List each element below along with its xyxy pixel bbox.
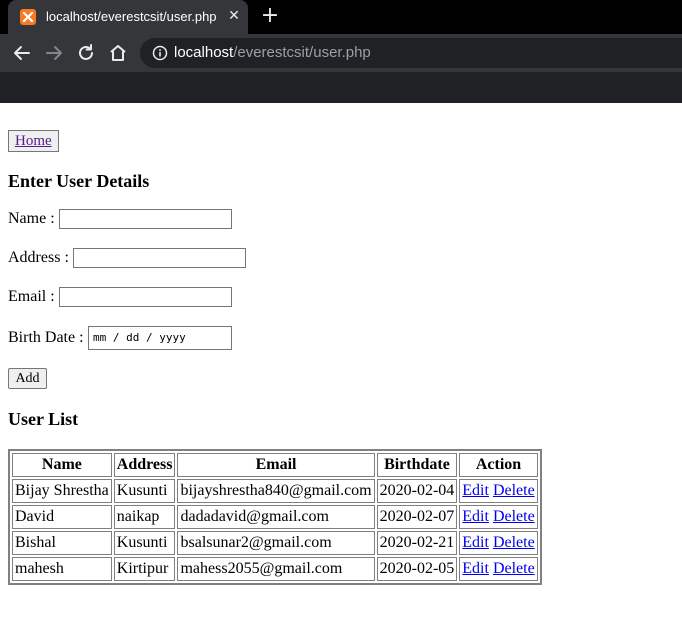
cell-action: Edit Delete xyxy=(459,531,538,555)
cell-address: naikap xyxy=(113,505,176,529)
cell-birthdate: 2020-02-07 xyxy=(376,505,458,529)
header-name: Name xyxy=(12,453,112,477)
cell-action: Edit Delete xyxy=(459,479,538,503)
tab-strip: localhost/everestcsit/user.php ✕ + xyxy=(0,0,682,34)
url-host: localhost xyxy=(174,44,234,61)
cell-address: Kusunti xyxy=(113,531,176,555)
table-row: Bishal Kusunti bsalsunar2@gmail.com 2020… xyxy=(12,531,538,555)
browser-tab[interactable]: localhost/everestcsit/user.php ✕ xyxy=(8,0,248,34)
header-birthdate: Birthdate xyxy=(376,453,458,477)
edit-link[interactable]: Edit xyxy=(462,508,489,525)
url-text: localhost/everestcsit/user.php xyxy=(174,44,371,61)
tab-close-icon[interactable]: ✕ xyxy=(225,7,243,25)
form-heading: Enter User Details xyxy=(8,171,150,191)
cell-action: Edit Delete xyxy=(459,505,538,529)
cell-action: Edit Delete xyxy=(459,557,538,581)
cell-address: Kirtipur xyxy=(113,557,176,581)
edit-link[interactable]: Edit xyxy=(462,482,489,499)
add-button[interactable]: Add xyxy=(8,368,47,389)
name-input[interactable] xyxy=(59,209,232,229)
home-link[interactable]: Home xyxy=(8,130,59,152)
table-row: David naikap dadadavid@gmail.com 2020-02… xyxy=(12,505,538,529)
info-icon[interactable] xyxy=(152,45,168,61)
edit-link[interactable]: Edit xyxy=(462,560,489,577)
cell-address: Kusunti xyxy=(113,479,176,503)
tab-title: localhost/everestcsit/user.php xyxy=(46,9,217,24)
email-input[interactable] xyxy=(59,287,232,307)
new-tab-button[interactable]: + xyxy=(258,4,282,28)
email-label: Email : xyxy=(8,288,55,305)
address-bar[interactable]: localhost/everestcsit/user.php xyxy=(140,38,682,68)
forward-arrow-icon[interactable] xyxy=(42,41,66,65)
cell-birthdate: 2020-02-04 xyxy=(376,479,458,503)
user-table: Name Address Email Birthdate Action Bija… xyxy=(8,449,542,585)
xampp-favicon-icon xyxy=(20,9,36,25)
birthdate-input[interactable]: mm / dd / yyyy xyxy=(88,326,232,350)
table-header-row: Name Address Email Birthdate Action xyxy=(12,453,538,477)
cell-email: bsalsunar2@gmail.com xyxy=(177,531,375,555)
address-label: Address : xyxy=(8,249,69,266)
cell-birthdate: 2020-02-05 xyxy=(376,557,458,581)
user-list-heading: User List xyxy=(8,409,79,429)
header-email: Email xyxy=(177,453,375,477)
edit-link[interactable]: Edit xyxy=(462,534,489,551)
table-row: Bijay Shrestha Kusunti bijayshrestha840@… xyxy=(12,479,538,503)
browser-toolbar: localhost/everestcsit/user.php xyxy=(0,34,682,72)
birthdate-label: Birth Date : xyxy=(8,329,84,346)
browser-chrome: localhost/everestcsit/user.php ✕ + local… xyxy=(0,0,682,103)
cell-name: mahesh xyxy=(12,557,112,581)
cell-email: dadadavid@gmail.com xyxy=(177,505,375,529)
table-row: mahesh Kirtipur mahess2055@gmail.com 202… xyxy=(12,557,538,581)
back-arrow-icon[interactable] xyxy=(10,41,34,65)
url-path: /everestcsit/user.php xyxy=(233,44,371,61)
address-input[interactable] xyxy=(73,248,246,268)
cell-name: Bijay Shrestha xyxy=(12,479,112,503)
delete-link[interactable]: Delete xyxy=(493,560,535,577)
cell-name: David xyxy=(12,505,112,529)
cell-birthdate: 2020-02-21 xyxy=(376,531,458,555)
delete-link[interactable]: Delete xyxy=(493,534,535,551)
cell-email: bijayshrestha840@gmail.com xyxy=(177,479,375,503)
delete-link[interactable]: Delete xyxy=(493,508,535,525)
name-label: Name : xyxy=(8,210,55,227)
home-icon[interactable] xyxy=(106,41,130,65)
cell-name: Bishal xyxy=(12,531,112,555)
header-address: Address xyxy=(113,453,176,477)
cell-email: mahess2055@gmail.com xyxy=(177,557,375,581)
header-action: Action xyxy=(459,453,538,477)
reload-icon[interactable] xyxy=(74,41,98,65)
delete-link[interactable]: Delete xyxy=(493,482,535,499)
